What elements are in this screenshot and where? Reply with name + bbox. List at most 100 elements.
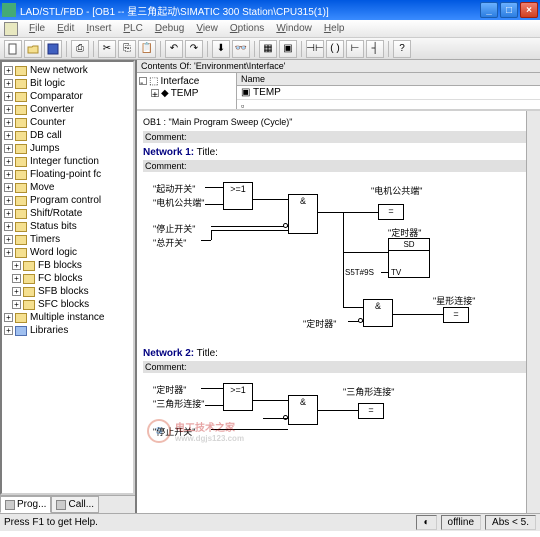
window-title: LAD/STL/FBD - [OB1 -- 星三角起动\SIMATIC 300 … (20, 3, 480, 18)
coil-icon[interactable]: ( ) (326, 40, 344, 58)
menu-window[interactable]: Window (271, 21, 317, 36)
menu-edit[interactable]: Edit (52, 21, 79, 36)
network-2-title: Network 2: Title: (143, 348, 534, 359)
fbd-canvas[interactable]: OB1 : "Main Program Sweep (Cycle)" Comme… (137, 111, 540, 513)
menu-debug[interactable]: Debug (150, 21, 189, 36)
status-help: Press F1 to get Help. (4, 517, 98, 528)
element-tree[interactable]: +New network +Bit logic +Comparator +Con… (0, 60, 135, 495)
negation-icon (283, 223, 288, 228)
input-label[interactable]: "停止开关" (153, 222, 195, 235)
window-titlebar: LAD/STL/FBD - [OB1 -- 星三角起动\SIMATIC 300 … (0, 0, 540, 20)
interface-tree[interactable]: -⬚Interface +◆TEMP (137, 73, 237, 109)
left-panel: +New network +Bit logic +Comparator +Con… (0, 60, 135, 513)
branch-icon[interactable]: ⊢ (346, 40, 364, 58)
save-icon[interactable] (44, 40, 62, 58)
folder-icon (15, 118, 27, 128)
or-gate[interactable]: >=1 (223, 182, 253, 210)
folder-icon (23, 287, 35, 297)
app-icon (2, 3, 16, 17)
tab-icon (56, 500, 66, 510)
and-gate-2[interactable]: & (363, 299, 393, 327)
junction-icon[interactable]: ┤ (366, 40, 384, 58)
and-gate-3[interactable]: & (288, 395, 318, 425)
folder-icon (15, 235, 27, 245)
folder-icon (15, 66, 27, 76)
input-label[interactable]: "定时器" (303, 317, 336, 330)
assign-box-2[interactable]: = (443, 307, 469, 323)
input-label[interactable]: "起动开关" (153, 182, 195, 195)
menu-plc[interactable]: PLC (118, 21, 147, 36)
folder-icon (23, 261, 35, 271)
menu-options[interactable]: Options (225, 21, 269, 36)
tool-icon[interactable]: ▦ (259, 40, 277, 58)
close-button[interactable]: × (520, 2, 538, 18)
folder-icon (15, 183, 27, 193)
monitor-icon[interactable]: 👓 (232, 40, 250, 58)
folder-icon (15, 196, 27, 206)
output-label[interactable]: "电机公共端" (371, 184, 421, 197)
comment-bar[interactable]: Comment: (143, 131, 534, 143)
maximize-button[interactable]: □ (500, 2, 518, 18)
or-gate-2[interactable]: >=1 (223, 383, 253, 411)
new-icon[interactable] (4, 40, 22, 58)
input-label[interactable]: "总开关" (153, 236, 186, 249)
status-offline: offline (441, 515, 482, 530)
paste-icon[interactable]: 📋 (138, 40, 156, 58)
menu-insert[interactable]: Insert (81, 21, 116, 36)
download-icon[interactable]: ⬇ (212, 40, 230, 58)
input-label[interactable]: "电机公共端" (153, 196, 213, 209)
folder-icon (15, 92, 27, 102)
network-1-title: Network 1: Title: (143, 147, 534, 158)
folder-icon (15, 170, 27, 180)
editor-panel: Contents Of: 'Environment\Interface' -⬚I… (135, 60, 540, 513)
and-gate[interactable]: & (288, 194, 318, 234)
vertical-scrollbar[interactable] (526, 111, 540, 513)
output-label[interactable]: "星形连接" (433, 294, 475, 307)
watermark: S 电工技术之家www.dgjs123.com (147, 419, 244, 443)
mdi-icon (4, 22, 18, 36)
help-icon[interactable]: ? (393, 40, 411, 58)
tab-program[interactable]: Prog... (0, 496, 51, 513)
comment-bar-3[interactable]: Comment: (143, 361, 534, 373)
timer-label[interactable]: "定时器" (388, 226, 421, 239)
minimize-button[interactable]: _ (480, 2, 498, 18)
library-icon (15, 326, 27, 336)
menu-bar: File Edit Insert PLC Debug View Options … (0, 20, 540, 38)
open-icon[interactable] (24, 40, 42, 58)
contact-icon[interactable]: ⊣⊢ (306, 40, 324, 58)
menu-help[interactable]: Help (319, 21, 350, 36)
output-label[interactable]: "三角形连接" (343, 385, 403, 398)
network-2-fbd[interactable]: >=1 "定时器" "三角形连接" & "停止开关" = "三角形连接" (143, 375, 534, 455)
ob-title: OB1 : "Main Program Sweep (Cycle)" (143, 117, 534, 127)
input-label[interactable]: "定时器" (153, 383, 186, 396)
interface-table[interactable]: Name ▣ TEMP ▫ (237, 73, 540, 109)
folder-icon (23, 274, 35, 284)
redo-icon[interactable]: ↷ (185, 40, 203, 58)
network-1-fbd[interactable]: >=1 "起动开关" "电机公共端" & "停止开关" "总开关" = "电机公… (143, 174, 534, 344)
comment-bar-2[interactable]: Comment: (143, 160, 534, 172)
assign-box-3[interactable]: = (358, 403, 384, 419)
input-label[interactable]: "三角形连接" (153, 397, 213, 410)
folder-icon (23, 300, 35, 310)
main-area: +New network +Bit logic +Comparator +Con… (0, 60, 540, 513)
tv-label: TV (391, 268, 401, 277)
tool2-icon[interactable]: ▣ (279, 40, 297, 58)
folder-icon (15, 79, 27, 89)
tab-call[interactable]: Call... (51, 496, 99, 513)
copy-icon[interactable]: ⎘ (118, 40, 136, 58)
tv-value[interactable]: S5T#9S (345, 268, 374, 277)
interface-header: Contents Of: 'Environment\Interface' (137, 60, 540, 73)
undo-icon[interactable]: ↶ (165, 40, 183, 58)
print-icon[interactable]: ⎙ (71, 40, 89, 58)
folder-icon (15, 144, 27, 154)
folder-icon (15, 131, 27, 141)
cut-icon[interactable]: ✂ (98, 40, 116, 58)
folder-icon (15, 248, 27, 258)
folder-icon (15, 105, 27, 115)
folder-icon (15, 222, 27, 232)
menu-file[interactable]: File (24, 21, 50, 36)
tab-icon (5, 500, 15, 510)
assign-box[interactable]: = (378, 204, 404, 220)
menu-view[interactable]: View (191, 21, 223, 36)
status-abs: Abs < 5. (485, 515, 536, 530)
